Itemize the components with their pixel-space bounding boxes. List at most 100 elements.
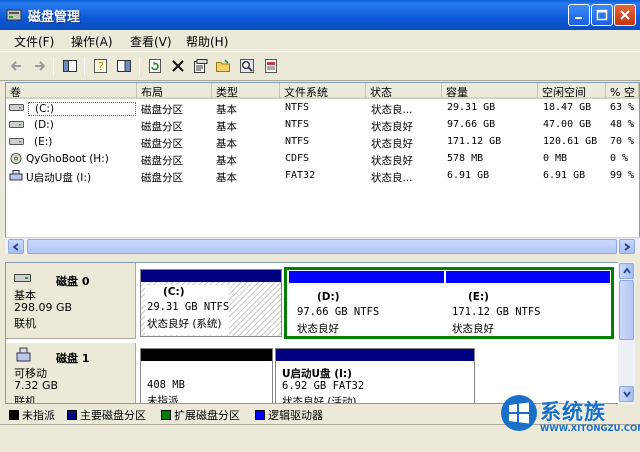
title-bar[interactable]: 磁盘管理 [0, 0, 640, 30]
menu-help[interactable]: 帮助(H) [186, 33, 228, 50]
menu-view[interactable]: 查看(V) [130, 33, 172, 50]
partition-d[interactable]: (D:) 97.66 GB NTFS 状态良好 [289, 271, 444, 335]
scroll-left-button[interactable] [8, 239, 24, 254]
layout-cell: 磁盘分区 [141, 155, 183, 167]
refresh-button[interactable] [145, 56, 165, 76]
minimize-icon [575, 17, 582, 19]
filesystem-cell: NTFS [285, 119, 310, 130]
legend-label: 逻辑驱动器 [268, 409, 323, 422]
legend-unallocated: 未指派 [9, 407, 55, 423]
vertical-scroll-thumb[interactable] [619, 280, 634, 340]
scroll-right-button[interactable] [619, 239, 635, 254]
unallocated-space[interactable]: 408 MB 未指派 [140, 348, 273, 403]
column-header-volume[interactable]: 卷 [6, 83, 137, 99]
partition-label: (E:) [468, 291, 489, 303]
table-row[interactable]: (D:) 磁盘分区 基本 NTFS 状态良好 97.66 GB 47.00 GB… [6, 117, 639, 133]
capacity-cell: 97.66 GB [447, 119, 496, 130]
table-row[interactable]: QyGhoBoot (H:) 磁盘分区 基本 CDFS 状态良好 578 MB … [6, 151, 639, 167]
volume-name: (E:) [34, 136, 53, 148]
legend-swatch [255, 410, 265, 420]
free-space-cell: 47.00 GB [543, 119, 592, 130]
column-header-type[interactable]: 类型 [212, 83, 280, 99]
properties-button[interactable] [190, 56, 210, 76]
console-tree-icon [63, 60, 77, 72]
status-cell: 状态良好 [371, 138, 413, 150]
legend-label: 主要磁盘分区 [80, 409, 146, 422]
disk-management-icon [6, 9, 22, 21]
open-folder-button[interactable] [213, 56, 233, 76]
free-space-cell: 6.91 GB [543, 170, 586, 181]
drive-icon [9, 121, 24, 128]
free-space-cell: 18.47 GB [543, 102, 592, 113]
horizontal-scroll-thumb[interactable] [27, 239, 617, 254]
volume-name: (C:) [28, 102, 136, 116]
layout-cell: 磁盘分区 [141, 138, 183, 150]
column-header-status[interactable]: 状态 [366, 83, 442, 99]
table-row[interactable]: (C:) 磁盘分区 基本 NTFS 状态良... 29.31 GB 18.47 … [6, 100, 639, 116]
type-cell: 基本 [216, 155, 237, 167]
close-button[interactable] [614, 4, 636, 26]
column-header-capacity[interactable]: 容量 [442, 83, 538, 99]
percent-free-cell: 63 % [610, 102, 635, 113]
partition-e[interactable]: (E:) 171.12 GB NTFS 状态良好 [446, 271, 610, 335]
watermark: 系统族 WWW.XITONGZU.COM [496, 388, 640, 452]
table-row[interactable]: U启动U盘 (I:) 磁盘分区 基本 FAT32 状态良... 6.91 GB … [6, 168, 639, 184]
help-topics-button[interactable]: ? [91, 56, 111, 76]
forward-button[interactable] [29, 56, 49, 76]
minimize-button[interactable] [568, 4, 590, 26]
partition-status: 状态良好 [297, 323, 339, 335]
window-title: 磁盘管理 [28, 10, 81, 25]
explore-button[interactable] [237, 56, 257, 76]
disk-size: 7.32 GB [14, 379, 59, 392]
svg-text:?: ? [98, 60, 104, 73]
magnifier-icon [240, 59, 254, 73]
properties-pane-button[interactable] [114, 56, 134, 76]
percent-free-cell: 70 % [610, 136, 635, 147]
partition-detail: 6.92 GB FAT32 [282, 380, 365, 392]
logical-drive-bar [289, 271, 444, 283]
free-space-cell: 120.61 GB [543, 136, 598, 147]
partition-c[interactable]: (C:) 29.31 GB NTFS 状态良好 (系统) [140, 269, 282, 337]
maximize-button[interactable] [591, 4, 613, 26]
partition-i[interactable]: U启动U盘 (I:) 6.92 GB FAT32 状态良好 (活动) [275, 348, 475, 403]
volume-list[interactable]: 卷 布局 类型 文件系统 状态 容量 空闲空间 % 空 (C:) 磁盘分区 基本… [5, 82, 640, 254]
column-header-percent-free[interactable]: % 空 [606, 83, 639, 99]
menu-bar: 文件(F) 操作(A) 查看(V) 帮助(H) [0, 30, 640, 50]
column-header-free-space[interactable]: 空闲空间 [538, 83, 606, 99]
column-header-filesystem[interactable]: 文件系统 [280, 83, 366, 99]
disk-graphical-view: 磁盘 0 基本 298.09 GB 联机 (C:) 29.31 GB NTFS … [5, 262, 635, 404]
forward-arrow-icon [35, 61, 46, 71]
status-cell: 状态良... [371, 104, 413, 116]
layout-cell: 磁盘分区 [141, 104, 183, 116]
watermark-url: WWW.XITONGZU.COM [540, 424, 640, 434]
scroll-up-button[interactable] [619, 263, 634, 279]
disk-1-label[interactable]: 磁盘 1 可移动 7.32 GB 联机 [6, 343, 136, 403]
menu-file[interactable]: 文件(F) [14, 33, 54, 50]
partition-detail: 171.12 GB NTFS [452, 306, 541, 318]
watermark-brand: 系统族 [540, 400, 606, 424]
help-icon: ? [94, 59, 107, 73]
legend-swatch [161, 410, 171, 420]
disk-size: 298.09 GB [14, 301, 73, 314]
volume-name: QyGhoBoot (H:) [26, 153, 109, 165]
export-list-button[interactable] [261, 56, 281, 76]
unallocated-bar [141, 349, 272, 361]
filesystem-cell: FAT32 [285, 170, 316, 181]
back-arrow-icon [10, 61, 21, 71]
delete-button[interactable] [168, 56, 188, 76]
show-hide-tree-button[interactable] [60, 56, 80, 76]
back-button[interactable] [7, 56, 27, 76]
table-row[interactable]: (E:) 磁盘分区 基本 NTFS 状态良好 171.12 GB 120.61 … [6, 134, 639, 150]
type-cell: 基本 [216, 172, 237, 184]
disk-0-label[interactable]: 磁盘 0 基本 298.09 GB 联机 [6, 263, 136, 339]
vertical-scrollbar[interactable] [618, 262, 635, 404]
toolbar: ? [0, 51, 640, 81]
legend-primary: 主要磁盘分区 [67, 407, 146, 423]
partition-status: 状态良好 [452, 323, 494, 335]
percent-free-cell: 48 % [610, 119, 635, 130]
column-header-layout[interactable]: 布局 [137, 83, 212, 99]
menu-action[interactable]: 操作(A) [71, 33, 113, 50]
horizontal-scrollbar[interactable] [5, 237, 640, 254]
legend-label: 扩展磁盘分区 [174, 409, 240, 422]
drive-icon [9, 138, 24, 145]
